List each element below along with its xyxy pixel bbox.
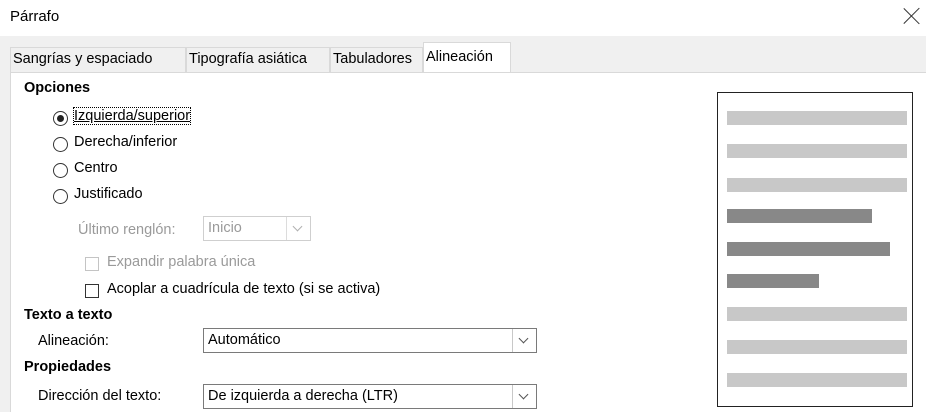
close-icon[interactable]: [901, 4, 923, 28]
preview-line: [727, 209, 872, 223]
radio-label-justificado[interactable]: Justificado: [74, 186, 143, 202]
alignment-preview: [717, 92, 913, 407]
radio-label-izquierda-superior[interactable]: Izquierda/superior: [72, 107, 192, 125]
preview-line: [727, 111, 907, 125]
tab-tipografia-asiatica[interactable]: Tipografía asiática: [186, 47, 330, 72]
text-direction-select[interactable]: De izquierda a derecha (LTR): [203, 384, 537, 409]
section-texto-a-texto-heading: Texto a texto: [24, 307, 113, 323]
radio-label-derecha-inferior[interactable]: Derecha/inferior: [74, 134, 177, 150]
section-propiedades-heading: Propiedades: [24, 359, 112, 375]
expand-word-checkbox[interactable]: [85, 257, 99, 271]
snap-grid-label[interactable]: Acoplar a cuadrícula de texto (si se act…: [107, 281, 380, 297]
snap-grid-checkbox[interactable]: [85, 284, 99, 298]
preview-line: [727, 340, 907, 354]
preview-line: [727, 373, 907, 387]
chevron-down-icon[interactable]: [512, 385, 536, 408]
last-line-select[interactable]: Inicio: [203, 216, 311, 241]
last-line-label: Último renglón:: [78, 222, 176, 238]
preview-line: [727, 307, 907, 321]
preview-line: [727, 178, 907, 192]
tab-alineacion[interactable]: Alineación: [423, 42, 511, 73]
alignment-select[interactable]: Automático: [203, 328, 537, 353]
tab-sangrias[interactable]: Sangrías y espaciado: [10, 47, 186, 72]
text-direction-label: Dirección del texto:: [38, 388, 162, 404]
expand-word-label[interactable]: Expandir palabra única: [107, 254, 255, 270]
chevron-down-icon[interactable]: [512, 329, 536, 352]
preview-line: [727, 274, 819, 288]
window-title: Párrafo: [10, 8, 60, 25]
alignment-label: Alineación:: [38, 333, 109, 349]
radio-justificado[interactable]: [53, 189, 68, 204]
chevron-down-icon[interactable]: [286, 217, 310, 240]
tab-tabuladores[interactable]: Tabuladores: [330, 47, 423, 72]
section-opciones-heading: Opciones: [24, 80, 91, 96]
preview-line: [727, 242, 890, 256]
radio-centro[interactable]: [53, 163, 68, 178]
radio-label-centro[interactable]: Centro: [74, 160, 118, 176]
radio-izquierda-superior[interactable]: [53, 111, 68, 126]
title-bar: Párrafo: [0, 0, 926, 36]
preview-line: [727, 144, 907, 158]
radio-derecha-inferior[interactable]: [53, 137, 68, 152]
